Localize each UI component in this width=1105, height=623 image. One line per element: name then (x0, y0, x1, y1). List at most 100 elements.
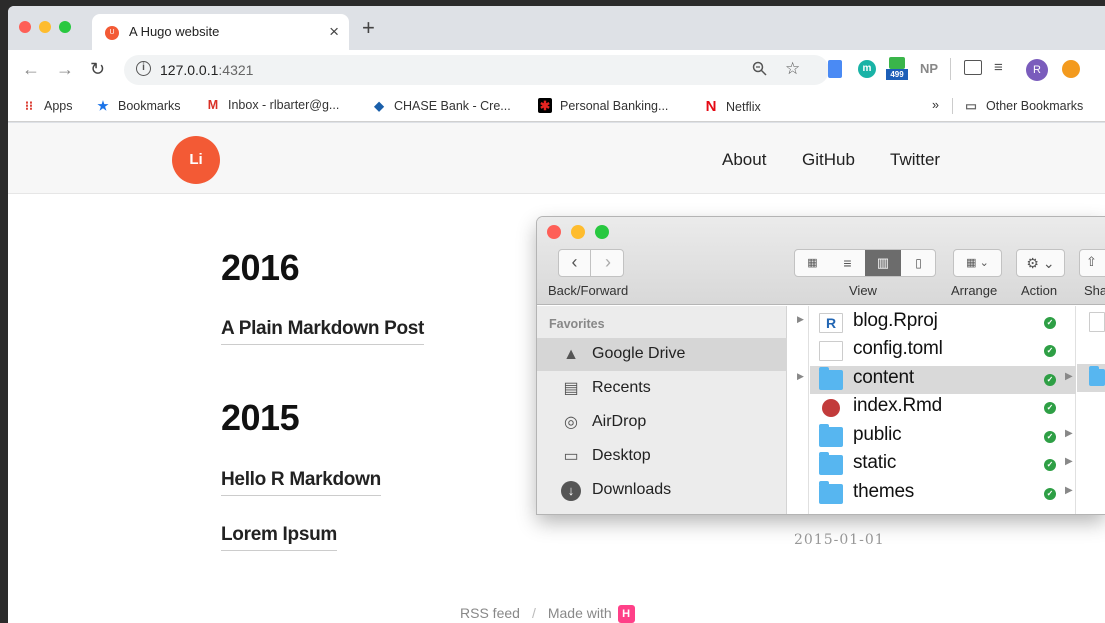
share-control[interactable]: ⇧ (1079, 249, 1105, 277)
share-icon[interactable]: ⇧ (1086, 254, 1097, 270)
action-control[interactable]: ⚙ ⌄ (1016, 249, 1065, 277)
docs-extension-icon[interactable] (828, 60, 842, 78)
nav-github[interactable]: GitHub (802, 150, 855, 170)
nav-about[interactable]: About (722, 150, 766, 170)
folder-icon: ▭ (965, 99, 977, 113)
column-view-icon[interactable]: ▥ (865, 250, 901, 276)
bookmark-personal-banking[interactable]: ✱ Personal Banking... (538, 98, 668, 113)
m-extension-icon[interactable]: m (858, 60, 876, 78)
other-bookmarks-folder[interactable]: ▭ Other Bookmarks (964, 98, 1083, 113)
bookmark-bookmarks[interactable]: ★ Bookmarks (96, 98, 180, 113)
selected-folder-row[interactable] (1077, 364, 1105, 392)
sidebar-item-downloads[interactable]: ↓ Downloads (537, 474, 787, 507)
disclosure-arrow-icon: ▶ (1065, 371, 1073, 382)
finder-close-button[interactable] (547, 225, 561, 239)
sync-check-icon: ✓ (1044, 374, 1056, 386)
gear-icon[interactable]: ⚙ ⌄ (1017, 250, 1064, 276)
arrange-control[interactable]: ▦ ⌄ (953, 249, 1002, 277)
back-arrow-icon[interactable]: ← (22, 59, 40, 80)
post-link-lorem-ipsum[interactable]: Lorem Ipsum (221, 524, 337, 551)
sidebar-item-google-drive[interactable]: ▲ Google Drive (537, 338, 787, 371)
action-label: Action (1021, 283, 1058, 298)
forward-arrow-icon[interactable]: → (56, 59, 74, 80)
profile-avatar[interactable]: R (1026, 59, 1048, 81)
site-logo[interactable]: Li (172, 136, 220, 184)
toolbar-divider (950, 58, 951, 80)
file-row-blog-rproj[interactable]: R blog.Rproj ✓ (810, 309, 1076, 337)
sidebar-item-desktop[interactable]: ▭ Desktop (537, 440, 787, 473)
site-header: Li About GitHub Twitter (8, 123, 1105, 194)
file-row-content[interactable]: content ✓ ▶ (810, 366, 1076, 394)
file-row-config-toml[interactable]: config.toml ✓ (810, 337, 1076, 365)
new-tab-button[interactable]: + (362, 17, 375, 39)
bookmarks-bar: ⁝⁝ Apps ★ Bookmarks M Inbox - rlbarter@g...… (8, 90, 1105, 122)
minimize-window-button[interactable] (39, 21, 51, 33)
files-column: R blog.Rproj ✓ config.toml ✓ content ✓ ▶… (810, 306, 1076, 514)
file-row-index-rmd[interactable]: index.Rmd ✓ (810, 394, 1076, 422)
site-info-icon[interactable]: i (136, 61, 151, 76)
folder-icon (819, 481, 843, 504)
document-icon (1089, 312, 1105, 332)
bookmarks-divider (952, 98, 953, 114)
sidebar-item-recents[interactable]: ▤ Recents (537, 372, 787, 405)
finder-window: ‹ › Back/Forward ▦ ≡ ▥ ▯ View ▦ ⌄ Arrang… (537, 217, 1105, 514)
bookmark-inbox[interactable]: M Inbox - rlbarter@g... (206, 98, 340, 112)
sync-check-icon: ✓ (1044, 459, 1056, 471)
post-date: 2015-01-01 (794, 532, 885, 548)
zoom-search-icon[interactable] (752, 61, 767, 80)
chevron-left-icon[interactable]: ‹ (559, 250, 591, 276)
arrange-label: Arrange (951, 283, 998, 298)
year-heading-2016: 2016 (221, 247, 300, 288)
zoom-window-button[interactable] (59, 21, 71, 33)
file-row-static[interactable]: static ✓ ▶ (810, 451, 1076, 479)
bank-icon: ✱ (538, 98, 552, 113)
view-mode-control[interactable]: ▦ ≡ ▥ ▯ (794, 249, 936, 277)
url-text[interactable]: 127.0.0.1:4321 (160, 62, 253, 78)
finder-minimize-button[interactable] (571, 225, 585, 239)
reload-icon[interactable]: ↻ (90, 59, 105, 80)
file-row-public[interactable]: public ✓ ▶ (810, 423, 1076, 451)
share-label: Sha (1084, 283, 1105, 298)
close-window-button[interactable] (19, 21, 31, 33)
finder-zoom-button[interactable] (595, 225, 609, 239)
document-icon (819, 341, 843, 361)
gmail-icon: M (207, 98, 219, 112)
site-footer: RSS feed / Made with H (460, 605, 635, 623)
cast-icon[interactable] (964, 60, 982, 75)
folder-icon (1089, 366, 1105, 386)
close-tab-icon[interactable]: × (329, 22, 339, 42)
bookmark-apps[interactable]: ⁝⁝ Apps (22, 98, 72, 113)
sync-check-icon: ✓ (1044, 345, 1056, 357)
update-indicator-icon[interactable] (1062, 60, 1080, 78)
tab-title: A Hugo website (129, 24, 220, 39)
list-view-icon[interactable]: ≡ (830, 250, 865, 276)
google-drive-icon: ▲ (563, 346, 579, 363)
icon-view-icon[interactable]: ▦ (795, 250, 830, 276)
arrange-grid-icon[interactable]: ▦ ⌄ (954, 250, 1001, 276)
tab-hugo-website[interactable]: U A Hugo website × (92, 14, 349, 50)
bookmark-chase[interactable]: ◆ CHASE Bank - Cre... (372, 98, 511, 113)
apps-grid-icon: ⁝⁝ (25, 99, 33, 113)
address-bar[interactable]: i 127.0.0.1:4321 ☆ (124, 55, 829, 85)
post-link-hello-r-markdown[interactable]: Hello R Markdown (221, 469, 381, 496)
back-forward-control[interactable]: ‹ › (558, 249, 624, 277)
bookmark-netflix[interactable]: N Netflix (704, 98, 761, 115)
bookmarks-overflow-button[interactable]: » (932, 98, 939, 112)
nav-twitter[interactable]: Twitter (890, 150, 940, 170)
chevron-right-icon[interactable]: › (592, 250, 624, 276)
tab-favicon-icon: U (105, 26, 119, 40)
folder-icon (819, 452, 843, 475)
gallery-view-icon[interactable]: ▯ (901, 250, 936, 276)
media-queue-icon[interactable]: ≡ (994, 59, 1003, 76)
np-extension-icon[interactable]: NP (920, 61, 938, 76)
browser-toolbar: ← → ↻ i 127.0.0.1:4321 ☆ m 499 NP ≡ R (8, 50, 1105, 90)
rss-feed-link[interactable]: RSS feed (460, 605, 520, 621)
netflix-icon: N (705, 98, 717, 115)
hugo-logo-icon[interactable]: H (617, 605, 635, 623)
bookmark-star-icon[interactable]: ☆ (785, 59, 800, 79)
file-row-themes[interactable]: themes ✓ ▶ (810, 480, 1076, 508)
post-link-plain-markdown[interactable]: A Plain Markdown Post (221, 318, 424, 345)
sidebar-item-airdrop[interactable]: ◎ AirDrop (537, 406, 787, 439)
badge-extension-icon[interactable]: 499 (886, 57, 908, 81)
parent-column: ▶ ▶ (787, 306, 809, 514)
